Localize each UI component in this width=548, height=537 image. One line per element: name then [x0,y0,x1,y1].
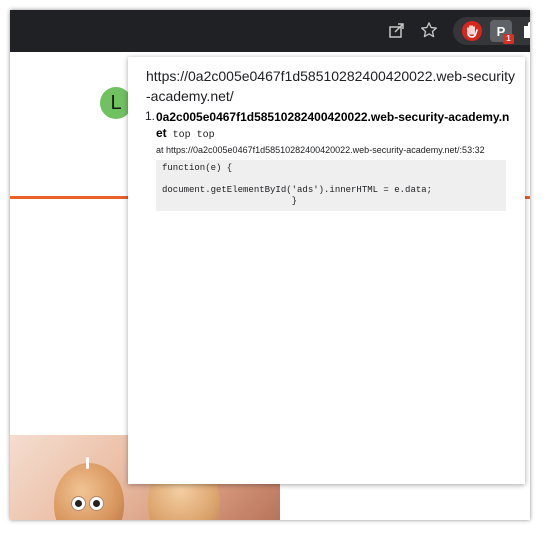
list-item: 0a2c005e0467f1d58510282400420022.web-sec… [156,109,511,211]
message-origin: 0a2c005e0467f1d58510282400420022.web-sec… [156,109,511,141]
puzzle-icon[interactable] [522,21,530,39]
ublock-icon[interactable] [461,20,483,42]
egg-character [54,457,124,520]
message-index: 1. [145,109,156,123]
star-icon[interactable] [418,19,440,41]
share-icon[interactable] [386,19,408,41]
browser-window: P 1 L https://0a2c005e0467f1d58510282400… [10,10,530,520]
extension-badge: 1 [503,34,514,44]
frame-tags: top top [172,130,215,141]
extension-popup: https://0a2c005e0467f1d58510282400420022… [128,57,525,484]
popup-url: https://0a2c005e0467f1d58510282400420022… [146,68,515,104]
listener-code: function(e) { document.getElementById('a… [156,160,506,211]
message-location: at https://0a2c005e0467f1d58510282400420… [156,145,485,155]
browser-toolbar: P 1 [10,10,530,52]
